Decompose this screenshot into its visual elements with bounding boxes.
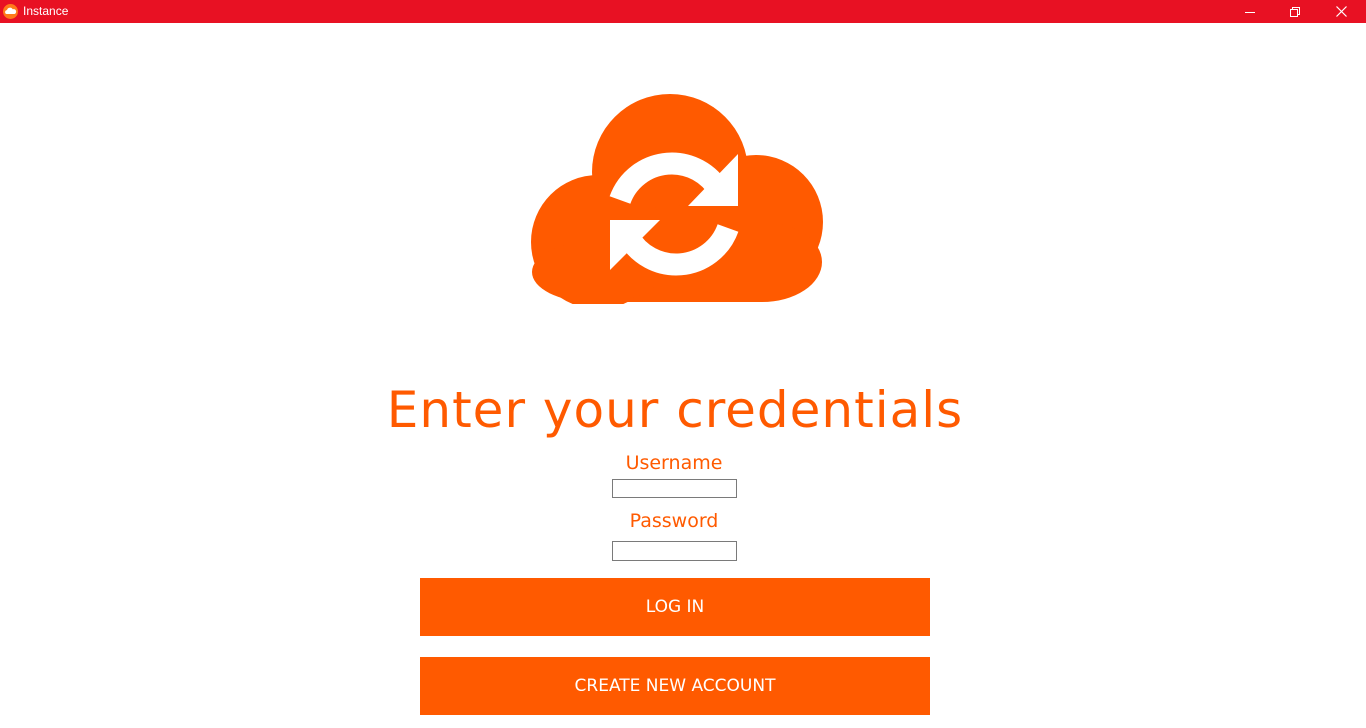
password-input[interactable] (612, 541, 737, 561)
cloud-sync-icon (531, 94, 823, 309)
page-heading: Enter your credentials (386, 381, 964, 439)
restore-button[interactable] (1272, 0, 1318, 23)
window-title: Instance (23, 4, 69, 18)
password-label: Password (629, 510, 719, 532)
minimize-button[interactable] (1227, 0, 1273, 23)
minimize-icon (1245, 11, 1255, 13)
username-input[interactable] (612, 479, 737, 498)
login-button[interactable]: LOG IN (420, 578, 930, 636)
close-icon (1335, 6, 1347, 17)
username-label: Username (625, 452, 723, 474)
create-account-button[interactable]: CREATE NEW ACCOUNT (420, 657, 930, 715)
title-bar[interactable]: Instance (0, 0, 1366, 23)
close-button[interactable] (1318, 0, 1364, 23)
app-cloud-icon (3, 4, 18, 19)
restore-icon (1290, 6, 1300, 17)
cloud-sync-logo (528, 92, 826, 309)
